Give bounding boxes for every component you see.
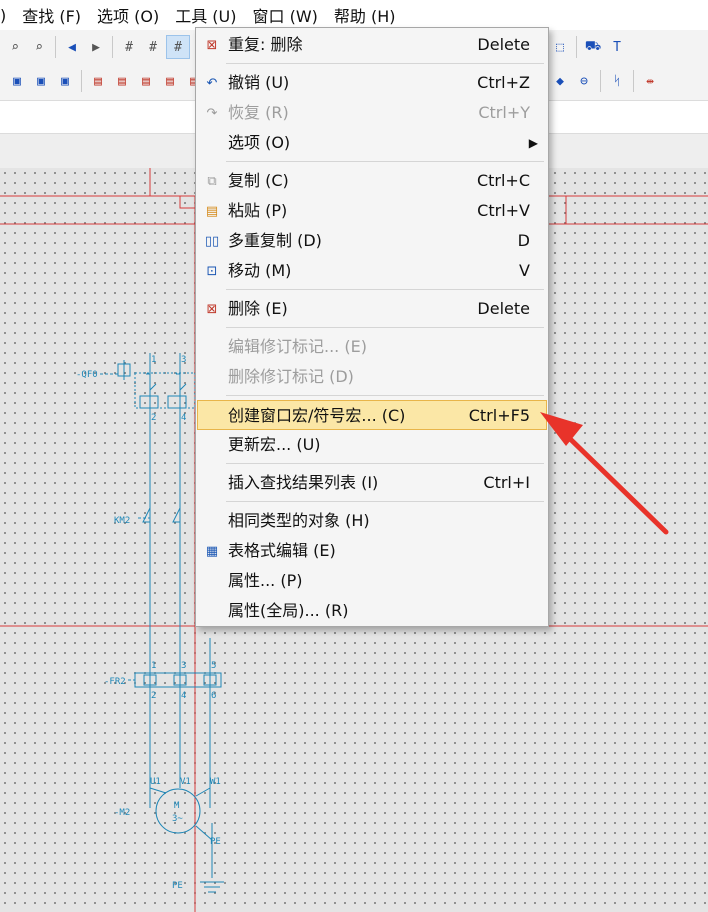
annotation-arrow-icon — [540, 412, 669, 535]
